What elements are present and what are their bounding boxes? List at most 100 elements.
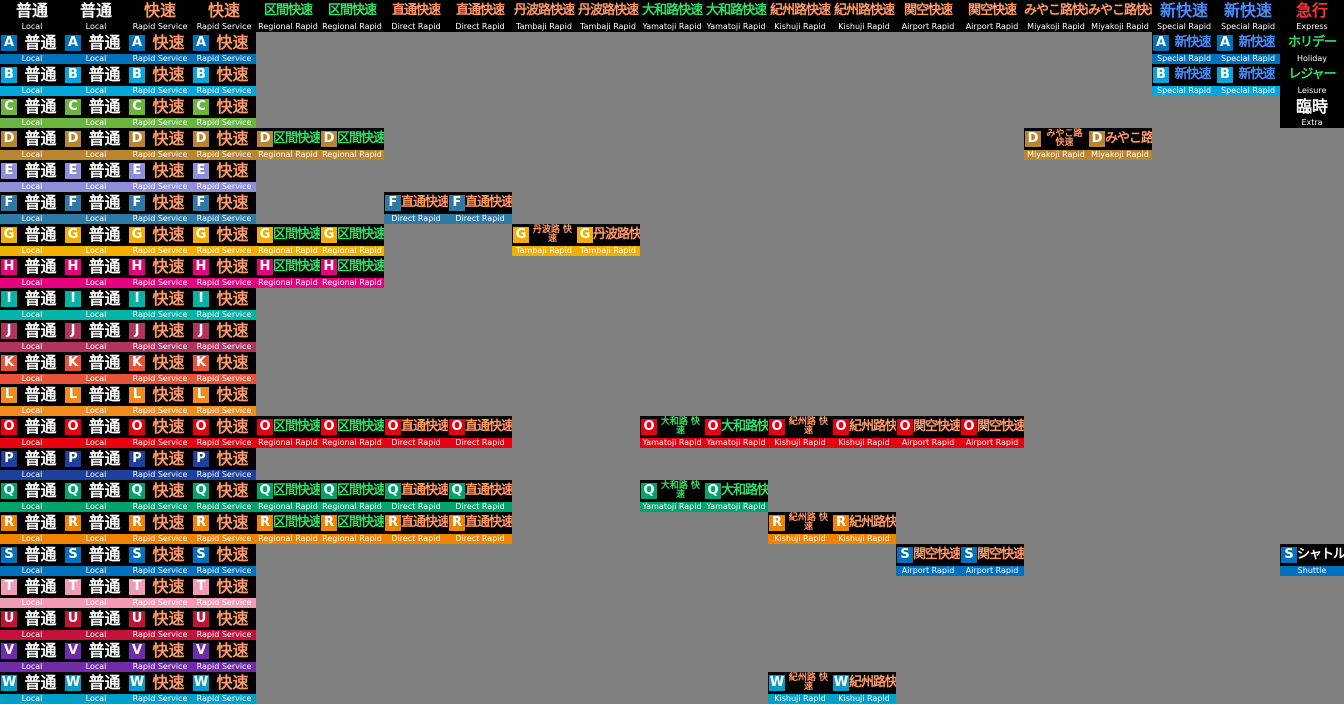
service-name: 普通	[88, 97, 121, 116]
line-letter-badge: O	[897, 419, 913, 435]
service-name: 快速	[152, 449, 185, 468]
sign-name-band: Q大和路快速	[704, 480, 768, 502]
sign-name-band: I 快速	[128, 288, 192, 310]
service-name: 普通	[24, 321, 57, 340]
sign-name-band: H 区間快速	[320, 256, 384, 278]
sign-name-band: V 普通	[0, 640, 64, 662]
service-subtitle: Tambaji Rapid	[512, 246, 576, 256]
service-name: 普通	[88, 449, 121, 468]
sign-name-band: W 紀州路 快速	[768, 672, 832, 694]
sign-name-band: O紀州路快速	[832, 416, 896, 438]
sign-tile-rapid-service-line-l: L 快速 Rapid Service	[128, 384, 192, 416]
sign-name-band: H 区間快速	[256, 256, 320, 278]
sign-tile-direct-line-q: Q 直通快速 Direct Rapid	[448, 480, 512, 512]
sign-name-band: Q 快速	[192, 480, 256, 502]
sign-name-band: V 快速	[192, 640, 256, 662]
line-letter-badge: C	[193, 99, 209, 115]
sign-name-band: G 快速	[128, 224, 192, 246]
service-name: 区間快速	[273, 131, 320, 146]
line-letter-badge: U	[193, 611, 209, 627]
service-subtitle: Rapid Service	[192, 278, 256, 288]
sign-tile-airport-line-o: O 関空快速 Airport Rapid	[960, 416, 1024, 448]
service-subtitle: Tambaji Rapid	[576, 246, 640, 256]
service-name: 区間快速	[337, 483, 384, 498]
line-letter-badge: W	[193, 675, 209, 691]
sign-tile-local-line-t: T 普通 Local	[0, 576, 64, 608]
service-name: 普通	[88, 33, 121, 52]
service-subtitle: Rapid Service	[128, 342, 192, 352]
service-subtitle: Local	[64, 310, 128, 320]
sign-tile-local-line-u: U 普通 Local	[0, 608, 64, 640]
sign-tile-local-line-f: F 普通 Local	[64, 192, 128, 224]
sign-tile-kishuji-line-r: R 紀州路 快速 Kishuji Rapid	[768, 512, 832, 544]
service-subtitle: Rapid Service	[192, 342, 256, 352]
line-letter-badge: W	[65, 675, 81, 691]
line-letter-badge: D	[65, 131, 81, 147]
line-letter-badge: W	[129, 675, 145, 691]
service-name: 丹波路 快速	[532, 225, 573, 244]
line-letter-badge: V	[129, 643, 145, 659]
service-subtitle: Local	[64, 54, 128, 64]
service-subtitle: Local	[0, 86, 64, 96]
sign-name-band: K 快速	[128, 352, 192, 374]
service-name: 普通	[24, 257, 57, 276]
line-letter-badge: S	[193, 547, 209, 563]
sign-name-band: B 快速	[128, 64, 192, 86]
sign-tile-local-line-v: V 普通 Local	[0, 640, 64, 672]
service-subtitle: Rapid Service	[128, 182, 192, 192]
sign-name-band: C 快速	[128, 96, 192, 118]
sign-tile-local-line-j: J 普通 Local	[0, 320, 64, 352]
sign-tile-local-line-b: B 普通 Local	[0, 64, 64, 96]
service-name: 丹波路快速	[513, 3, 575, 18]
sign-name-band: K 普通	[64, 352, 128, 374]
sign-name-band: G 快速	[192, 224, 256, 246]
service-subtitle: Rapid Service	[192, 630, 256, 640]
service-name: みやこ路快速	[1105, 131, 1152, 146]
line-letter-badge: B	[129, 67, 145, 83]
line-letter-badge: J	[1, 323, 17, 339]
service-subtitle: Local	[0, 118, 64, 128]
sign-name-band: D 普通	[64, 128, 128, 150]
line-letter-badge: G	[577, 227, 593, 243]
sign-name-band: 紀州路快速	[832, 0, 896, 22]
service-subtitle: Rapid Service	[128, 374, 192, 384]
sign-name-band: A 普通	[64, 32, 128, 54]
line-letter-badge: S	[897, 547, 913, 563]
sign-name-band: G 丹波路 快速	[512, 224, 576, 246]
sign-tile-local-line-i: I 普通 Local	[0, 288, 64, 320]
sign-tile-yamatoji-line-q: Q大和路快速Yamatoji Rapid	[704, 480, 768, 512]
service-name: 新快速	[1238, 35, 1275, 50]
service-subtitle: Rapid Service	[128, 662, 192, 672]
service-name: 新快速	[1223, 1, 1272, 20]
service-name: 普通	[88, 545, 121, 564]
line-letter-badge: H	[1, 259, 17, 275]
service-name: 普通	[88, 417, 121, 436]
service-subtitle: Direct Rapid	[384, 214, 448, 224]
sign-name-band: A 快速	[192, 32, 256, 54]
sign-tile-local-line-r: R 普通 Local	[64, 512, 128, 544]
service-subtitle: Rapid Service	[192, 310, 256, 320]
service-subtitle: Local	[0, 310, 64, 320]
line-letter-badge: J	[65, 323, 81, 339]
sign-tile-regional: 区間快速 Regional Rapid	[320, 0, 384, 32]
sign-tile-local-line-s: S 普通 Local	[0, 544, 64, 576]
sign-tile-rapid-service-line-q: Q 快速 Rapid Service	[128, 480, 192, 512]
service-name: 快速	[152, 129, 185, 148]
sign-tile-local-line-a: A 普通 Local	[0, 32, 64, 64]
service-name: 区間快速	[273, 227, 320, 242]
service-subtitle: Rapid Service	[128, 118, 192, 128]
service-name: 快速	[152, 609, 185, 628]
service-name: 区間快速	[337, 131, 384, 146]
line-letter-badge: W	[1, 675, 17, 691]
line-letter-badge: V	[1, 643, 17, 659]
service-name: 普通	[24, 353, 57, 372]
service-name: 大和路快速	[705, 3, 767, 18]
service-name: 快速	[152, 385, 185, 404]
line-letter-badge: B	[193, 67, 209, 83]
service-name: 直通快速	[465, 483, 512, 498]
sign-tile-rapid-service-line-k: K 快速 Rapid Service	[128, 352, 192, 384]
sign-tile-rapid-service-line-r: R 快速 Rapid Service	[192, 512, 256, 544]
sign-name-band: I 普通	[64, 288, 128, 310]
service-name: 普通	[24, 417, 57, 436]
service-name: 快速	[152, 577, 185, 596]
